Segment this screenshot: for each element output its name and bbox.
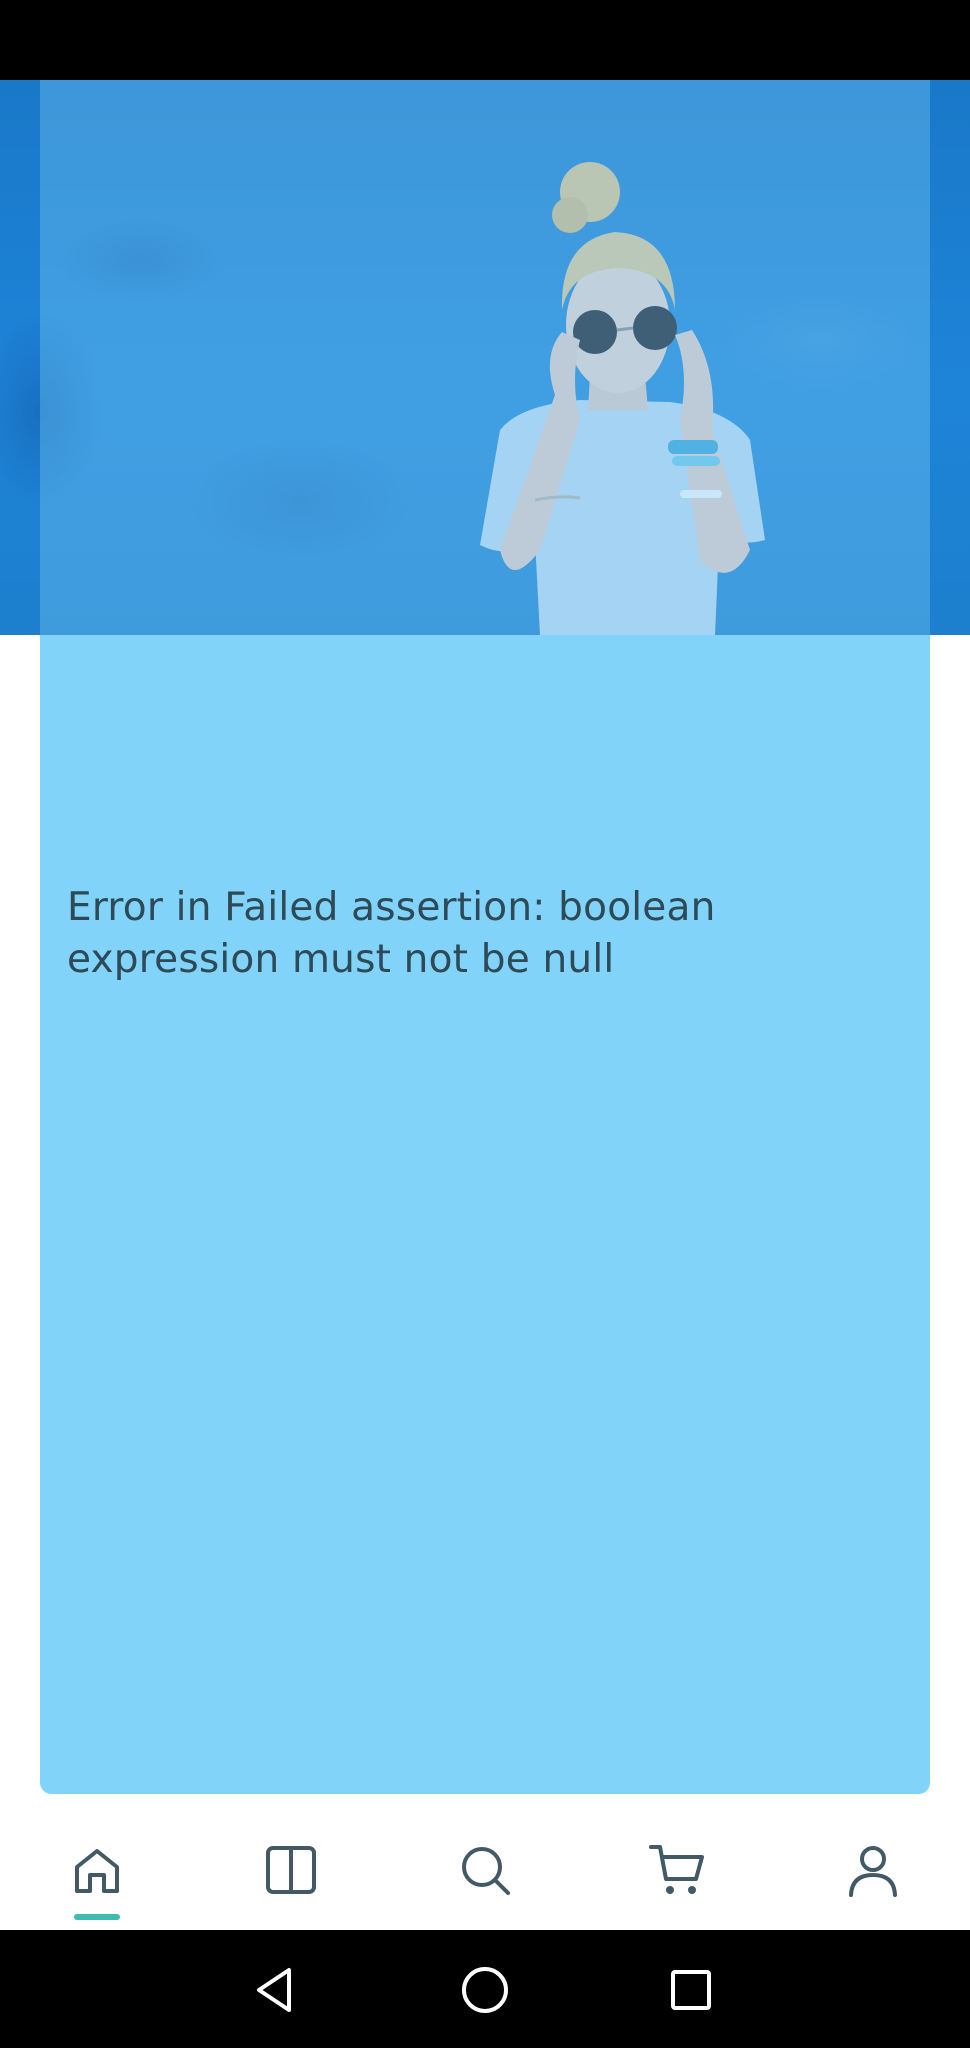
status-bar <box>0 0 970 80</box>
home-icon <box>75 1849 119 1893</box>
nav-cart-button[interactable] <box>637 1830 717 1910</box>
system-recents-button[interactable] <box>661 1960 721 2020</box>
cart-icon <box>649 1845 704 1894</box>
system-back-button[interactable] <box>247 1960 307 2020</box>
system-home-button[interactable] <box>455 1960 515 2020</box>
recents-icon <box>671 1970 711 2010</box>
active-tab-indicator <box>74 1914 120 1920</box>
nav-profile-button[interactable] <box>833 1830 913 1910</box>
book-icon <box>266 1846 316 1894</box>
search-icon <box>462 1847 510 1895</box>
nav-catalog-button[interactable] <box>251 1830 331 1910</box>
home-circle-icon <box>462 1967 508 2013</box>
back-icon <box>257 1968 291 2012</box>
error-message: Error in Failed assertion: boolean expre… <box>67 885 716 982</box>
content-card <box>40 635 930 1794</box>
profile-icon <box>849 1846 897 1897</box>
nav-home-button[interactable] <box>57 1830 137 1910</box>
nav-search-button[interactable] <box>445 1830 525 1910</box>
